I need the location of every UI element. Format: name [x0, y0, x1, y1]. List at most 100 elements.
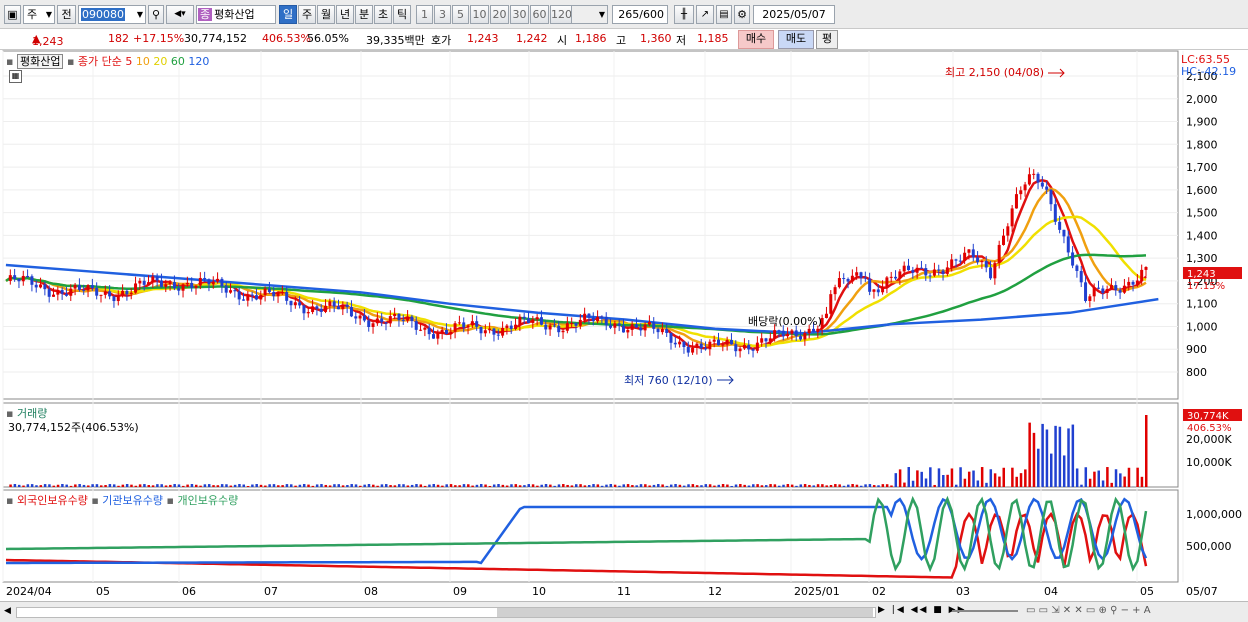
- volume-bar: [312, 486, 315, 487]
- candle-body: [315, 306, 318, 308]
- candle-body: [505, 326, 508, 328]
- institution-label[interactable]: 기관보유수량: [102, 494, 163, 507]
- candle-body: [920, 268, 923, 269]
- candle-body: [462, 322, 465, 327]
- candle-body: [428, 328, 431, 334]
- volume-bar: [342, 485, 345, 487]
- gear-icon[interactable]: ⚙: [734, 5, 750, 24]
- candle-body: [799, 336, 802, 339]
- period-tab-1[interactable]: 주: [298, 5, 316, 24]
- candle-body: [169, 282, 172, 284]
- volume-bar: [571, 485, 574, 487]
- volume-bar: [726, 485, 729, 487]
- period-tab-3[interactable]: 년: [336, 5, 354, 24]
- volume-bar: [65, 485, 68, 487]
- volume-bar: [333, 484, 336, 487]
- speaker-icon[interactable]: ◀▾: [166, 5, 194, 24]
- stock-code-input[interactable]: 090080▼: [78, 5, 146, 24]
- search-icon[interactable]: ⚲: [148, 5, 164, 24]
- candle-body: [808, 329, 811, 333]
- interval-button-1[interactable]: 3: [434, 5, 451, 24]
- buy-button[interactable]: 매수: [738, 30, 774, 49]
- ma-legend-title[interactable]: 종가 단순: [78, 55, 122, 68]
- volume-bar: [804, 484, 807, 487]
- high-label: 고: [616, 32, 626, 48]
- volume-bar: [877, 485, 880, 487]
- volume-bar: [458, 485, 461, 487]
- scrollbar-track[interactable]: [16, 607, 876, 618]
- count-input[interactable]: 265/600: [612, 5, 668, 24]
- volume-bar: [44, 484, 47, 487]
- candle-body: [860, 272, 863, 277]
- avg-button[interactable]: 평: [816, 30, 838, 49]
- chart-area[interactable]: 2,1002,0001,9001,8001,7001,6001,5001,400…: [0, 49, 1248, 621]
- volume-bar: [1141, 477, 1144, 487]
- period-tab-6[interactable]: 틱: [393, 5, 411, 24]
- volume-bar: [817, 484, 820, 487]
- volume-bar: [787, 484, 790, 487]
- layout-icon[interactable]: ▣: [4, 5, 21, 24]
- volume-bar: [938, 468, 941, 487]
- candle-body: [959, 261, 962, 262]
- interval-input[interactable]: ▼: [570, 5, 608, 24]
- scrollbar-thumb[interactable]: [497, 608, 873, 617]
- table-icon[interactable]: ▦: [9, 70, 22, 83]
- candle-body: [1011, 208, 1014, 226]
- candle-body: [527, 318, 530, 323]
- individual-label[interactable]: 개인보유수량: [177, 494, 238, 507]
- tool-icons[interactable]: ▭ ▭ ⇲ ✕ ✕ ▭ ⊕ ⚲ − + A: [1026, 605, 1151, 616]
- volume-bar: [528, 484, 531, 487]
- volume-bar: [614, 485, 617, 487]
- hoga-label: 호가: [431, 32, 451, 48]
- period-tab-4[interactable]: 분: [355, 5, 373, 24]
- interval-button-7[interactable]: 120: [550, 5, 572, 24]
- candle-body: [100, 295, 103, 296]
- holding-legend: ▪ 외국인보유수량 ▪ 기관보유수량 ▪ 개인보유수량: [6, 492, 238, 508]
- x-tick-label: 12: [708, 585, 722, 598]
- interval-button-4[interactable]: 20: [490, 5, 509, 24]
- volume-bar: [135, 486, 138, 487]
- interval-button-3[interactable]: 10: [470, 5, 489, 24]
- interval-button-2[interactable]: 5: [452, 5, 469, 24]
- volume-bar: [821, 484, 824, 487]
- stock-legend[interactable]: 평화산업: [17, 54, 63, 69]
- zoom-slider[interactable]: [952, 610, 1018, 612]
- candle-body: [622, 326, 625, 333]
- x-tick-label: 02: [872, 585, 886, 598]
- volume-bar: [497, 484, 500, 487]
- interval-button-6[interactable]: 60: [530, 5, 549, 24]
- volume-bar: [713, 486, 716, 487]
- volume-bar: [860, 486, 863, 487]
- volume-bar: [148, 485, 151, 487]
- date-input[interactable]: 2025/05/07: [753, 5, 835, 24]
- volume-bar: [981, 467, 984, 487]
- candle-body: [1145, 267, 1148, 270]
- volume-bar: [506, 486, 509, 487]
- candle-body: [1071, 252, 1074, 265]
- period-tab-2[interactable]: 월: [317, 5, 335, 24]
- volume-bar: [765, 485, 768, 487]
- sell-button[interactable]: 매도: [778, 30, 814, 49]
- market-select[interactable]: 주▼: [23, 5, 55, 24]
- min-annotation: 최저 760 (12/10): [624, 374, 713, 387]
- period-tab-5[interactable]: 초: [374, 5, 392, 24]
- trend-icon[interactable]: ↗: [696, 5, 714, 24]
- interval-button-5[interactable]: 30: [510, 5, 529, 24]
- foreign-label[interactable]: 외국인보유수량: [17, 494, 88, 507]
- volume-bar: [683, 486, 686, 487]
- period-tab-0[interactable]: 일: [279, 5, 297, 24]
- candle-body: [583, 314, 586, 320]
- candle-body: [104, 291, 107, 295]
- candle-body: [302, 305, 305, 313]
- interval-button-0[interactable]: 1: [416, 5, 433, 24]
- candle-body: [406, 317, 409, 321]
- candle-icon[interactable]: ╫: [674, 5, 694, 24]
- save-icon[interactable]: ▤: [716, 5, 732, 24]
- scroll-left-icon[interactable]: ◀: [4, 606, 11, 616]
- candle-body: [769, 338, 772, 341]
- prev-button[interactable]: 전: [57, 5, 76, 24]
- volume-bar: [523, 485, 526, 487]
- volume-bar: [782, 485, 785, 487]
- stock-name-field[interactable]: 종평화산업: [196, 5, 276, 24]
- candle-body: [704, 348, 707, 349]
